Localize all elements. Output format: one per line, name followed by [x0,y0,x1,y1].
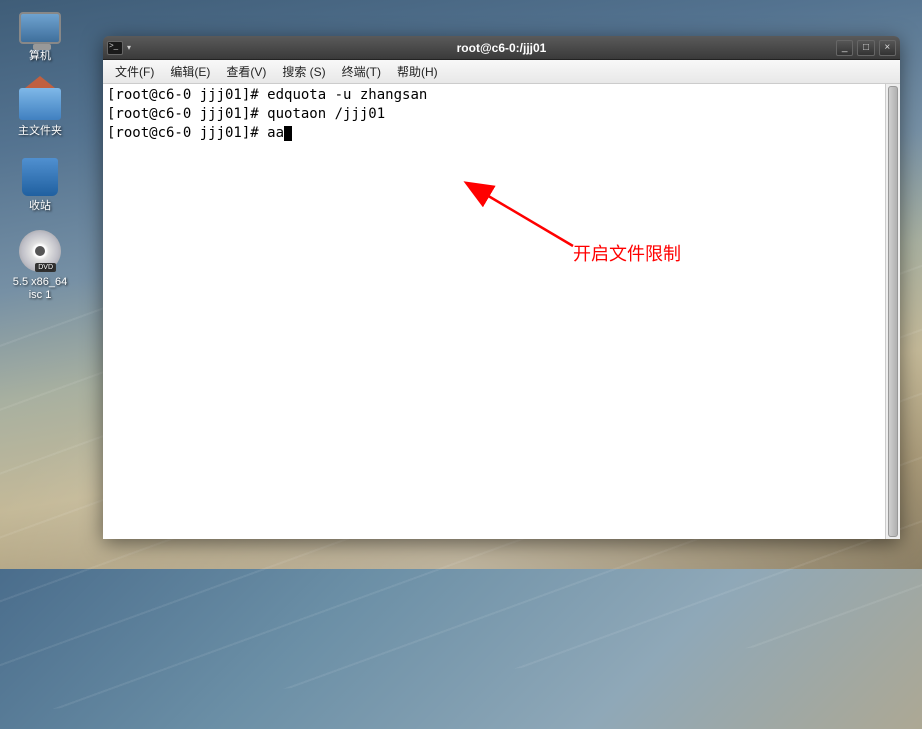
trash-icon[interactable]: 收站 [5,150,75,213]
scrollbar-thumb[interactable] [888,86,898,537]
arrow-icon [473,184,593,264]
app-icon [107,41,123,55]
window-title: root@c6-0:/jjj01 [167,41,836,55]
terminal-window: ▾ root@c6-0:/jjj01 _ □ × 文件(F) 编辑(E) 查看(… [103,36,900,539]
prompt: [root@c6-0 jjj01]# [107,125,267,141]
menu-help[interactable]: 帮助(H) [389,61,446,82]
dvd-badge: DVD [35,263,56,272]
desktop-icon-label: 主文件夹 [5,125,75,138]
desktop-icon-label: 5.5 x86_64 isc 1 [5,276,75,302]
annotation: 开启文件限制 [473,184,593,270]
desktop-icon-label: 收站 [5,200,75,213]
menubar: 文件(F) 编辑(E) 查看(V) 搜索 (S) 终端(T) 帮助(H) [103,60,900,84]
terminal-line: [root@c6-0 jjj01]# edquota -u zhangsan [107,86,896,105]
app-menu-chevron-icon[interactable]: ▾ [127,43,131,52]
menu-file[interactable]: 文件(F) [107,61,162,82]
menu-view[interactable]: 查看(V) [218,61,274,82]
minimize-button[interactable]: _ [836,40,853,56]
maximize-button[interactable]: □ [857,40,874,56]
command: quotaon /jjj01 [267,106,385,122]
scrollbar[interactable] [885,84,900,539]
terminal-line: [root@c6-0 jjj01]# quotaon /jjj01 [107,105,896,124]
computer-icon[interactable]: 算机 [5,0,75,63]
prompt: [root@c6-0 jjj01]# [107,87,267,103]
close-button[interactable]: × [879,40,896,56]
annotation-text: 开启文件限制 [573,242,681,266]
command: aa [267,125,284,141]
command: edquota -u zhangsan [267,87,427,103]
menu-terminal[interactable]: 终端(T) [334,61,389,82]
dvd-icon[interactable]: DVD 5.5 x86_64 isc 1 [5,226,75,302]
desktop-icon-label: 算机 [5,50,75,63]
menu-search[interactable]: 搜索 (S) [274,61,333,82]
menu-edit[interactable]: 编辑(E) [162,61,218,82]
terminal-line: [root@c6-0 jjj01]# aa [107,124,896,143]
home-folder-icon[interactable]: 主文件夹 [5,75,75,138]
terminal-area[interactable]: [root@c6-0 jjj01]# edquota -u zhangsan [… [103,84,900,539]
desktop-icons: 算机 主文件夹 收站 DVD 5.5 x86_64 isc 1 [0,0,80,314]
prompt: [root@c6-0 jjj01]# [107,106,267,122]
cursor [284,126,292,141]
titlebar[interactable]: ▾ root@c6-0:/jjj01 _ □ × [103,36,900,60]
